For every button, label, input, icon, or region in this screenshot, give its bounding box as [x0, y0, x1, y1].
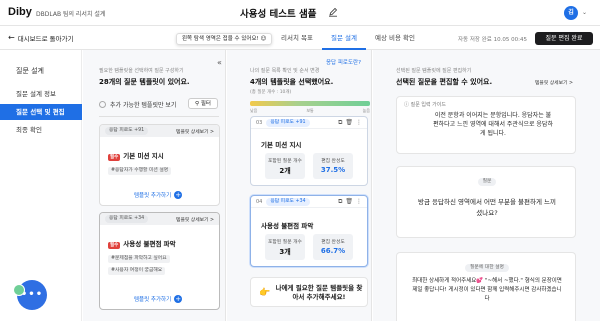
- fatigue-progress-bar: [250, 101, 370, 106]
- selected-template-title: 사용성 불편점 파악: [261, 222, 314, 230]
- collapse-icon[interactable]: «: [217, 58, 222, 67]
- guide-text: 이전 문항과 이어지는 문항입니다. 응답자는 불편하다고 느낀 영역에 대해서…: [433, 112, 553, 137]
- more-icon[interactable]: ⋮: [356, 198, 362, 206]
- required-tag: 필수: [108, 154, 121, 161]
- sidebar-item-final-check[interactable]: 최종 확인: [0, 122, 82, 138]
- guide-label: ⓘ 질문 입력 가이드: [404, 102, 446, 108]
- template-detail-link[interactable]: 템플릿 상세보기 >: [176, 128, 214, 135]
- fatigue-badge: 응답 피로도 +91: [105, 127, 149, 135]
- sub-bar: ← 대시보드로 돌아가기 왼쪽 탐색 영역은 접을 수 있어요! 😉 리서치 목…: [0, 26, 600, 50]
- selected-template-card[interactable]: 03 응답 피로도 +91 ⧉ 🗑 ⋮ 기본 미션 지시 포함된 질문 개수 2…: [250, 116, 368, 186]
- filter-button[interactable]: ⚲ 필터: [188, 98, 218, 109]
- available-only-label: 추가 가능한 템플릿만 보기: [110, 102, 177, 109]
- divider: [99, 116, 219, 117]
- find-template-prompt: 👉 나에게 필요한 질문 템플릿을 찾아서 추가해주세요!: [250, 277, 368, 307]
- sidebar-title: 질문 설계: [16, 67, 44, 75]
- description-label: 질문에 대한 설명: [465, 264, 509, 272]
- add-template-button[interactable]: 템플릿 추가하기 +: [134, 295, 183, 303]
- panel1-heading: 28개의 질문 템플릿이 있어요.: [99, 78, 190, 86]
- collapse-tooltip: 왼쪽 탐색 영역은 접을 수 있어요! 😉: [176, 33, 273, 45]
- plus-icon: +: [174, 295, 183, 303]
- fatigue-badge: 응답 피로도 +34: [105, 215, 149, 223]
- filter-label: 필터: [200, 101, 211, 107]
- template-detail-link[interactable]: 템플릿 상세보기 >: [535, 79, 573, 86]
- tab-cost-estimate[interactable]: 예상 비용 확인: [366, 26, 424, 50]
- back-label: 대시보드로 돌아가기: [17, 35, 74, 43]
- find-template-text: 나에게 필요한 질문 템플릿을 찾아서 추가해주세요!: [275, 284, 363, 301]
- top-bar: Diby DBDLAB 팀의 리서치 설계 사용성 테스트 샘플 김 ⌄: [0, 0, 600, 26]
- completion-stat: 편집 완성도 37.5%: [313, 153, 353, 179]
- edit-pencil-icon[interactable]: [328, 7, 338, 17]
- template-order-number: 04: [256, 198, 263, 205]
- add-template-label: 템플릿 추가하기: [134, 297, 172, 303]
- pointing-hand-icon: 👉: [259, 288, 271, 298]
- autosave-status: 자동 저장 완료 10.05 00:45: [458, 37, 527, 43]
- page-title: 사용성 테스트 샘플: [240, 9, 317, 20]
- question-count-stat: 포함된 질문 개수 3개: [265, 234, 305, 260]
- panel2-heading: 4개의 템플릿을 선택했어요.: [250, 78, 334, 86]
- question-count-hint: (총 질문 개수 : 10개): [250, 90, 292, 95]
- trash-icon[interactable]: 🗑: [345, 119, 353, 127]
- template-card[interactable]: 응답 피로도 +34 템플릿 상세보기 > 필수 사용성 불편점 파악 #문제점을…: [99, 212, 220, 310]
- avatar[interactable]: 김: [564, 6, 578, 20]
- fatigue-scale: 낮음 보통 높음: [250, 108, 370, 113]
- selected-template-card[interactable]: 04 응답 피로도 +34 ⧉ 🗑 ⋮ 사용성 불편점 파악 포함된 질문 개수…: [250, 195, 368, 267]
- template-chip: #응답자가 수행할 미션 설명: [108, 167, 172, 175]
- workspace-name: DBDLAB 팀의 리서치 설계: [36, 11, 106, 18]
- tab-research-goal[interactable]: 리서치 목표: [272, 26, 322, 50]
- step-tabs: 리서치 목표 질문 설계 예상 비용 확인: [272, 26, 424, 50]
- question-text[interactable]: 방금 응답하신 영역에서 어떤 부분을 불편하게 느끼셨나요?: [417, 197, 557, 219]
- description-text[interactable]: 최대한 상세하게 적어주세요💕 "~해서 ~했다." 형식의 문장이면 제일 좋…: [412, 277, 562, 304]
- template-detail-link[interactable]: 템플릿 상세보기 >: [176, 216, 214, 223]
- template-order-number: 03: [256, 119, 263, 126]
- tab-question-design[interactable]: 질문 설계: [321, 26, 366, 50]
- more-icon[interactable]: ⋮: [356, 119, 362, 127]
- check-circle-icon: [99, 101, 106, 108]
- question-card[interactable]: 질문 방금 응답하신 영역에서 어떤 부분을 불편하게 느끼셨나요?: [396, 166, 576, 238]
- copy-icon[interactable]: ⧉: [338, 119, 342, 127]
- panel3-hint: 선택된 질문 템플릿에 질문 편집하기: [396, 68, 472, 74]
- chevron-down-icon[interactable]: ⌄: [582, 9, 587, 16]
- selected-template-title: 기본 미션 지시: [261, 141, 302, 149]
- logo[interactable]: Diby: [8, 6, 32, 18]
- template-title: 필수 기본 미션 지시: [108, 152, 164, 161]
- question-description-card[interactable]: 질문에 대한 설명 최대한 상세하게 적어주세요💕 "~해서 ~했다." 형식의…: [396, 252, 576, 321]
- question-count-stat: 포함된 질문 개수 2개: [265, 153, 305, 179]
- add-template-label: 템플릿 추가하기: [134, 193, 172, 199]
- template-chip: #사용자 여정이 궁금해요: [108, 267, 166, 275]
- copy-icon[interactable]: ⧉: [338, 198, 342, 206]
- sidebar: 질문 설계 질문 설계 정보 질문 선택 및 편집 최종 확인: [0, 50, 82, 321]
- panel1-hint: 필요한 템플릿을 선택하여 질문 구성하기: [99, 68, 184, 74]
- add-template-button[interactable]: 템플릿 추가하기 +: [134, 191, 183, 199]
- arrow-left-icon: ←: [8, 33, 15, 42]
- available-only-toggle[interactable]: 추가 가능한 템플릿만 보기: [99, 100, 176, 109]
- panel2-hint: 나의 질문 목록 확인 및 순서 변경: [250, 68, 320, 74]
- input-guide-card: ⓘ 질문 입력 가이드 이전 문항과 이어지는 문항입니다. 응답자는 불편하다…: [396, 96, 576, 154]
- plus-icon: +: [174, 191, 183, 199]
- trash-icon[interactable]: 🗑: [345, 198, 353, 206]
- sidebar-item-select-edit[interactable]: 질문 선택 및 편집: [0, 104, 82, 120]
- question-label: 질문: [477, 178, 497, 186]
- back-to-dashboard-button[interactable]: ← 대시보드로 돌아가기: [8, 33, 74, 44]
- finish-editing-button[interactable]: 질문 편집 완료: [535, 32, 593, 45]
- completion-stat: 편집 완성도 66.7%: [313, 234, 353, 260]
- template-card[interactable]: 응답 피로도 +91 템플릿 상세보기 > 필수 기본 미션 지시 #응답자가 수…: [99, 124, 220, 206]
- template-chip: #문제점을 파악하고 싶어요: [108, 255, 170, 263]
- fatigue-badge: 응답 피로도 +34: [266, 197, 310, 206]
- sidebar-item-design-info[interactable]: 질문 설계 정보: [0, 86, 82, 102]
- fatigue-badge: 응답 피로도 +91: [266, 118, 310, 127]
- required-tag: 필수: [108, 242, 121, 249]
- panel3-heading: 선택된 질문을 편집할 수 있어요.: [396, 78, 493, 86]
- fatigue-info-link[interactable]: 응답 피로도란?: [326, 58, 361, 66]
- sticker-icon: [13, 284, 25, 296]
- template-title: 필수 사용성 불편점 파악: [108, 240, 176, 249]
